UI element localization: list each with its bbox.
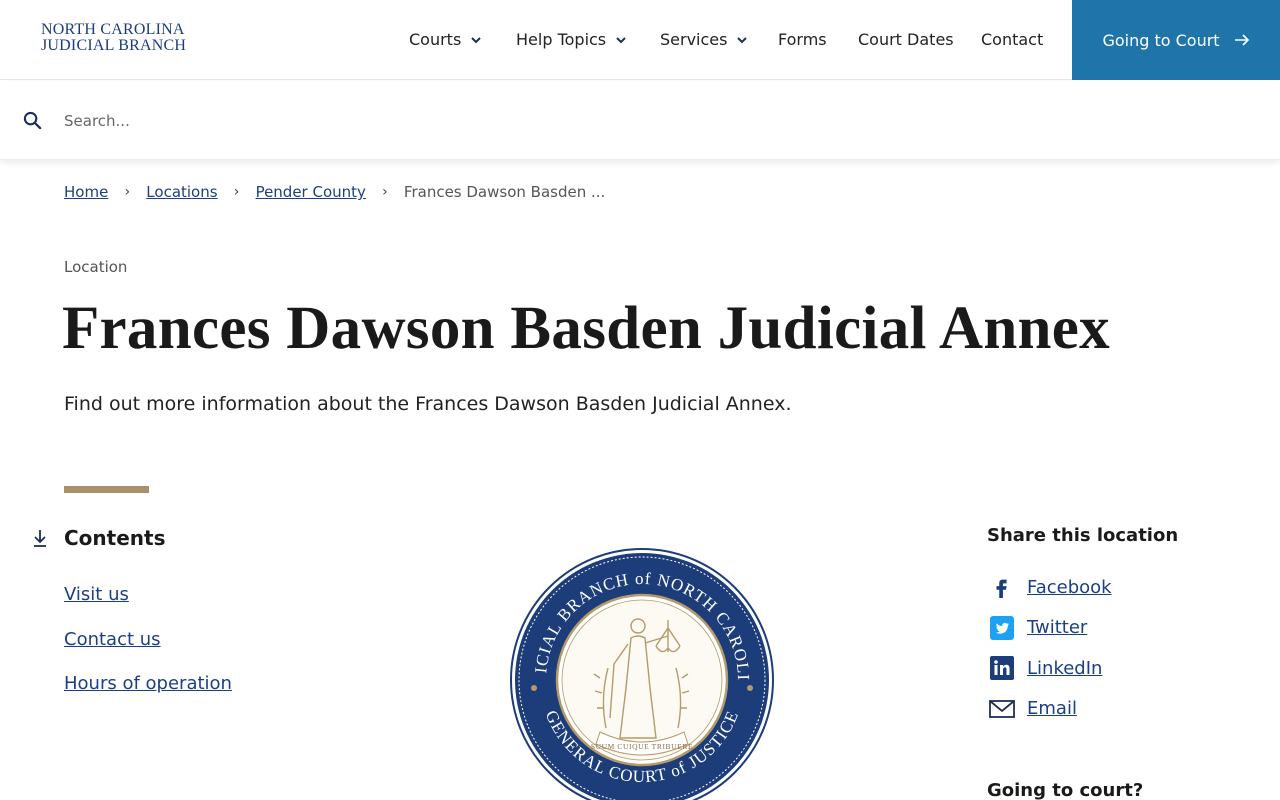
- share-item-twitter: Twitter: [989, 608, 1112, 649]
- seal-image: JUDICIAL BRANCH of NORTH CAROLINA GENERA…: [350, 520, 930, 800]
- going-to-court-label: Going to Court: [1102, 30, 1220, 50]
- share-linkedin-link[interactable]: LinkedIn: [1027, 658, 1102, 679]
- chevron-down-icon: [471, 36, 482, 43]
- nav-forms-label: Forms: [778, 30, 827, 49]
- share-list: Facebook Twitter LinkedIn Email: [989, 567, 1112, 729]
- page-eyebrow: Location: [64, 258, 128, 276]
- arrow-down-to-line-icon[interactable]: [31, 528, 49, 548]
- site-logo[interactable]: NORTH CAROLINA JUDICIAL BRANCH: [41, 22, 186, 54]
- twitter-icon: [989, 615, 1015, 641]
- accent-divider: [64, 486, 149, 493]
- toc-contact-us[interactable]: Contact us: [64, 629, 161, 650]
- seal-motto: SUUM CUIQUE TRIBUERE: [591, 742, 693, 751]
- share-facebook-link[interactable]: Facebook: [1027, 577, 1112, 598]
- chevron-right-icon: ›: [233, 184, 240, 200]
- nav-forms[interactable]: Forms: [778, 30, 827, 49]
- toc-visit-us[interactable]: Visit us: [64, 584, 129, 605]
- nav-contact[interactable]: Contact: [981, 30, 1043, 49]
- nav-help-topics-label: Help Topics: [516, 30, 607, 49]
- judicial-branch-seal: JUDICIAL BRANCH of NORTH CAROLINA GENERA…: [510, 548, 774, 800]
- page-title: Frances Dawson Basden Judicial Annex: [62, 295, 1110, 362]
- contents-title: Contents: [64, 526, 166, 550]
- search-icon[interactable]: [23, 111, 42, 130]
- breadcrumb: Home › Locations › Pender County › Franc…: [64, 183, 605, 201]
- nav-contact-label: Contact: [981, 30, 1044, 49]
- toc-hours-of-operation[interactable]: Hours of operation: [64, 673, 232, 694]
- breadcrumb-home[interactable]: Home: [64, 183, 108, 201]
- breadcrumb-pender-county[interactable]: Pender County: [256, 183, 366, 201]
- breadcrumb-current: Frances Dawson Basden ...: [403, 183, 606, 201]
- nav-court-dates[interactable]: Court Dates: [858, 30, 954, 49]
- nav-courts[interactable]: Courts: [409, 30, 483, 49]
- list-item: Hours of operation: [64, 673, 232, 718]
- share-item-email: Email: [989, 689, 1112, 730]
- chevron-right-icon: ›: [382, 184, 388, 200]
- nav-courts-label: Courts: [409, 30, 462, 49]
- nav-services-label: Services: [660, 30, 728, 49]
- search-bar: [0, 81, 1280, 160]
- site-header: NORTH CAROLINA JUDICIAL BRANCH Courts He…: [0, 0, 1280, 80]
- chevron-down-icon: [616, 36, 626, 43]
- chevron-right-icon: ›: [124, 184, 131, 200]
- search-input[interactable]: [64, 107, 764, 135]
- facebook-icon: [989, 574, 1015, 600]
- share-item-facebook: Facebook: [989, 567, 1112, 608]
- nav-help-topics[interactable]: Help Topics: [516, 30, 628, 49]
- email-icon: [989, 696, 1015, 722]
- share-twitter-link[interactable]: Twitter: [1027, 617, 1087, 638]
- nav-services[interactable]: Services: [660, 30, 749, 49]
- share-title: Share this location: [987, 525, 1179, 546]
- breadcrumb-locations[interactable]: Locations: [146, 183, 217, 201]
- logo-line-1: NORTH CAROLINA: [41, 21, 185, 38]
- logo-line-2: JUDICIAL BRANCH: [41, 37, 187, 54]
- going-to-court-heading: Going to court?: [987, 780, 1144, 800]
- chevron-down-icon: [737, 36, 748, 43]
- list-item: Visit us: [64, 584, 232, 629]
- share-email-link[interactable]: Email: [1027, 698, 1077, 719]
- arrow-right-icon: [1234, 34, 1249, 46]
- linkedin-icon: [989, 655, 1015, 681]
- going-to-court-button[interactable]: Going to Court: [1072, 0, 1280, 80]
- share-item-linkedin: LinkedIn: [989, 648, 1112, 689]
- contents-list: Visit us Contact us Hours of operation: [64, 584, 232, 718]
- nav-court-dates-label: Court Dates: [858, 30, 954, 49]
- page-lede: Find out more information about the Fran…: [64, 393, 792, 415]
- list-item: Contact us: [64, 629, 232, 674]
